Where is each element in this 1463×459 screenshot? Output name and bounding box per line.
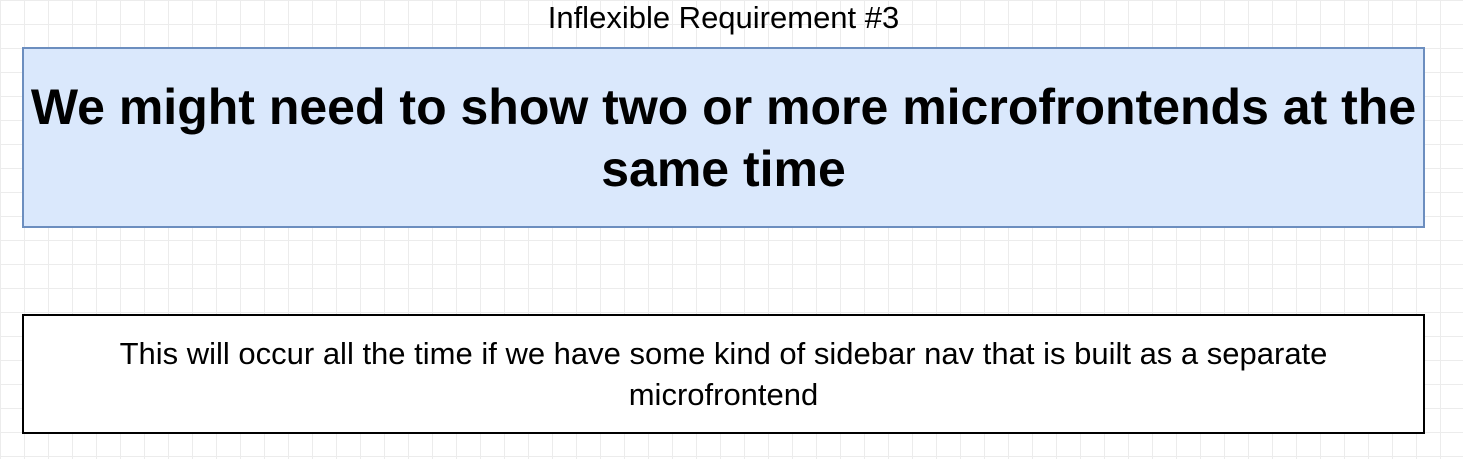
diagram-title: Inflexible Requirement #3 xyxy=(547,0,900,35)
note-text: This will occur all the time if we have … xyxy=(119,336,1328,412)
requirement-text: We might need to show two or more microf… xyxy=(30,78,1417,197)
note-box[interactable]: This will occur all the time if we have … xyxy=(22,314,1425,434)
requirement-box[interactable]: We might need to show two or more microf… xyxy=(22,47,1425,228)
